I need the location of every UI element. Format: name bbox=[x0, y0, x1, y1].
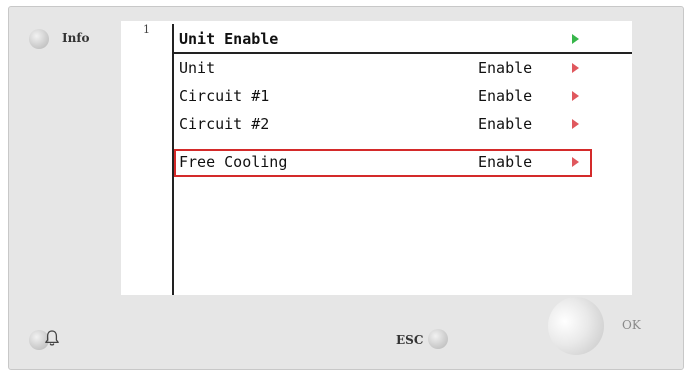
menu-item-value: Enable bbox=[478, 153, 533, 171]
menu-item-free-cooling[interactable]: Free Cooling Enable bbox=[174, 149, 592, 177]
triangle-right-icon bbox=[572, 34, 579, 44]
triangle-right-icon bbox=[572, 63, 579, 73]
screen-divider-horizontal bbox=[172, 52, 632, 54]
triangle-right-icon bbox=[572, 119, 579, 129]
row-number: 1 bbox=[143, 23, 150, 36]
esc-button[interactable] bbox=[428, 329, 448, 349]
triangle-right-icon bbox=[572, 157, 579, 167]
menu-title: Unit Enable bbox=[179, 30, 279, 48]
info-label: Info bbox=[62, 31, 90, 45]
menu-item-value: Enable bbox=[478, 115, 533, 133]
display-screen: 1 Unit Enable Unit Enable Circuit #1 Ena… bbox=[121, 21, 632, 295]
ok-label: OK bbox=[622, 318, 641, 332]
menu-item-label: Circuit #2 bbox=[179, 115, 270, 133]
menu-item-value: Enable bbox=[478, 87, 533, 105]
bell-icon[interactable] bbox=[44, 329, 60, 347]
menu-title-row[interactable]: Unit Enable bbox=[174, 26, 594, 52]
menu-item-label: Unit bbox=[179, 59, 216, 77]
menu-item-label: Free Cooling bbox=[179, 153, 288, 171]
esc-label: ESC bbox=[396, 333, 424, 347]
menu-item-unit[interactable]: Unit Enable bbox=[174, 55, 594, 81]
triangle-right-icon bbox=[572, 91, 579, 101]
menu-item-circuit-1[interactable]: Circuit #1 Enable bbox=[174, 83, 594, 109]
ok-knob[interactable] bbox=[548, 297, 604, 355]
info-led[interactable] bbox=[29, 29, 49, 49]
menu-item-value: Enable bbox=[478, 59, 533, 77]
menu-item-circuit-2[interactable]: Circuit #2 Enable bbox=[174, 111, 594, 137]
menu-item-label: Circuit #1 bbox=[179, 87, 270, 105]
